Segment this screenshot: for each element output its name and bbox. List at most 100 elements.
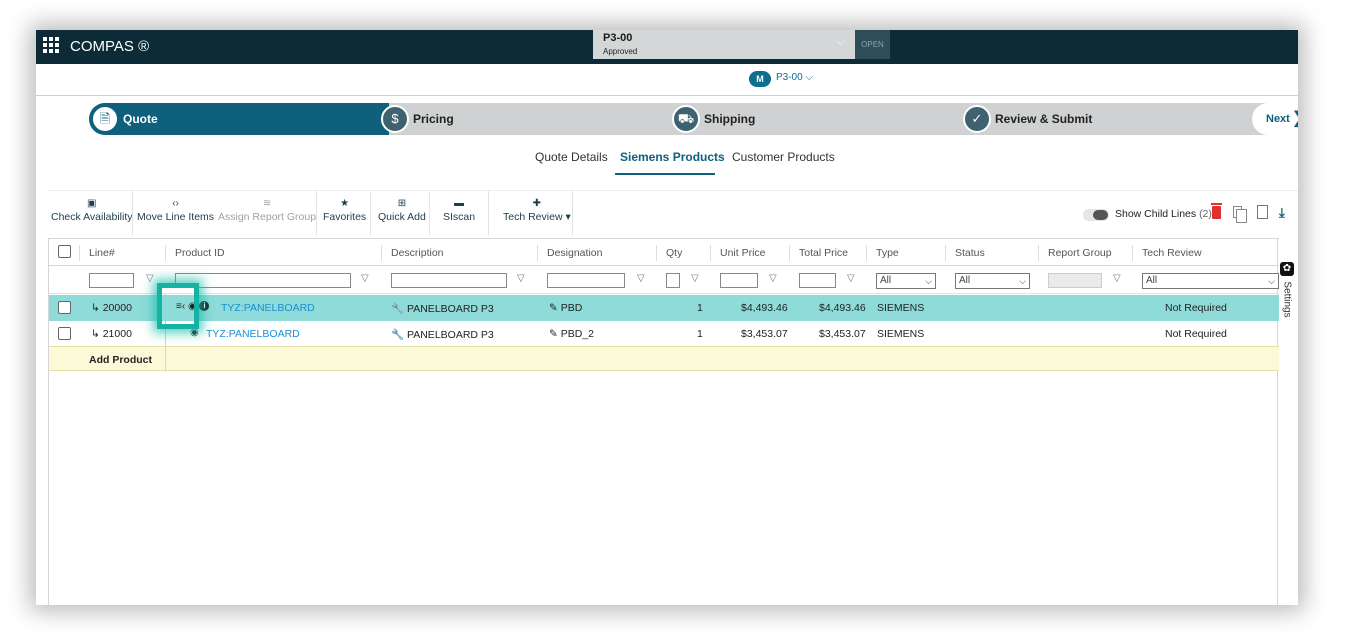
type: SIEMENS <box>877 328 925 340</box>
type-filter-value: All <box>880 275 892 286</box>
unit-price-filter-input[interactable] <box>720 273 758 288</box>
chevron-right-icon[interactable]: ❯ <box>1292 108 1298 128</box>
description-text: PANELBOARD P3 <box>407 329 494 341</box>
designation[interactable]: ✎ PBD_2 <box>549 328 594 340</box>
tech-review-filter-value: All <box>1146 275 1158 286</box>
step-label: Quote <box>123 112 158 126</box>
line-number: ↳ 20000 <box>91 302 132 314</box>
favorites-label: Favorites <box>323 211 367 223</box>
show-child-lines-toggle[interactable] <box>1083 209 1109 221</box>
status-filter-select[interactable]: All ⌵ <box>955 273 1030 289</box>
column-header-status[interactable]: Status <box>955 247 985 259</box>
gear-icon[interactable]: ✿ <box>1280 262 1294 276</box>
wrench-icon: 🔧 <box>391 329 405 341</box>
product-id-link[interactable]: TYZ:PANELBOARD <box>206 328 300 340</box>
step-label: Shipping <box>704 112 756 126</box>
copy-icon[interactable] <box>1233 206 1247 223</box>
tab-siemens-products[interactable]: Siemens Products <box>620 150 725 164</box>
app-window: COMPAS ® P3-00 Approved ⌵ OPEN M P3-00 ⌵… <box>36 30 1298 605</box>
column-header-designation[interactable]: Designation <box>547 247 602 259</box>
add-product-row[interactable]: Add Product <box>49 346 1279 372</box>
row-checkbox[interactable] <box>58 327 71 340</box>
filter-icon[interactable]: ▽ <box>517 273 525 284</box>
filter-icon[interactable]: ▽ <box>146 273 154 284</box>
column-header-line[interactable]: Line# <box>89 247 115 259</box>
filter-icon[interactable]: ▽ <box>691 273 699 284</box>
column-header-type[interactable]: Type <box>876 247 899 259</box>
status-filter-value: All <box>959 275 971 286</box>
document-selector[interactable]: P3-00 Approved ⌵ <box>593 30 855 59</box>
add-product-label[interactable]: Add Product <box>89 354 152 366</box>
column-header-tech-review[interactable]: Tech Review <box>1142 247 1202 259</box>
product-id-link[interactable]: TYZ:PANELBOARD <box>221 302 315 314</box>
wrench-icon: 🔧 <box>391 303 405 315</box>
tech-review-status: Not Required <box>1165 328 1227 340</box>
trash-icon[interactable] <box>1211 203 1222 219</box>
table-row[interactable]: ↳ 20000 ≡‹ ◉ i TYZ:PANELBOARD 🔧 PANELBOA… <box>49 295 1279 321</box>
tech-review-filter-select[interactable]: All ⌵ <box>1142 273 1279 289</box>
total-price: $4,493.46 <box>819 302 866 314</box>
highlight-callout <box>157 283 199 329</box>
line-filter-input[interactable] <box>89 273 134 288</box>
clipboard-icon[interactable] <box>1257 205 1268 219</box>
column-header-unit-price[interactable]: Unit Price <box>720 247 766 259</box>
filter-icon[interactable]: ▽ <box>769 273 777 284</box>
app-title: COMPAS ® <box>70 38 150 55</box>
unit-price: $4,493.46 <box>741 302 788 314</box>
tab-customer-products[interactable]: Customer Products <box>732 150 835 164</box>
check-availability-label: Check Availability <box>51 211 133 223</box>
active-tab-indicator <box>615 173 715 175</box>
type-filter-select[interactable]: All ⌵ <box>876 273 936 289</box>
description-filter-input[interactable] <box>391 273 507 288</box>
truck-icon: ⛟ <box>672 105 700 133</box>
quick-add-label: Quick Add <box>378 211 426 223</box>
assign-report-group-button[interactable]: ≋ Assign Report Group <box>218 197 316 237</box>
quick-add-button[interactable]: ⊞ Quick Add <box>378 197 426 237</box>
total-price-filter-input[interactable] <box>799 273 836 288</box>
qty-filter-input[interactable] <box>666 273 680 288</box>
siscan-button[interactable]: ▬ SIscan <box>443 197 475 237</box>
tech-review-dropdown[interactable]: ✚ Tech Review ▾ <box>503 197 571 237</box>
row-checkbox[interactable] <box>58 301 71 314</box>
table-row[interactable]: ↳ 21000 ◉ TYZ:PANELBOARD 🔧 PANELBOARD P3… <box>49 321 1279 347</box>
avatar[interactable]: M <box>749 71 771 87</box>
designation-filter-input[interactable] <box>547 273 625 288</box>
document-context-bar: M P3-00 ⌵ <box>36 64 1298 96</box>
top-bar: COMPAS ® P3-00 Approved ⌵ OPEN <box>36 30 1298 64</box>
next-button[interactable]: Next <box>1266 113 1290 125</box>
open-badge: OPEN <box>855 30 890 59</box>
favorites-button[interactable]: ★ Favorites <box>323 197 366 237</box>
assign-report-group-label: Assign Report Group <box>218 211 317 223</box>
app-launcher-icon[interactable] <box>43 37 59 53</box>
product-id-filter-input[interactable] <box>175 273 351 288</box>
chevron-down-icon: ⌵ <box>836 36 845 48</box>
column-header-report-group[interactable]: Report Group <box>1048 247 1112 259</box>
check-availability-button[interactable]: ▣ Check Availability <box>51 197 133 237</box>
context-document-dropdown[interactable]: P3-00 ⌵ <box>776 72 813 83</box>
filter-icon[interactable]: ▽ <box>361 273 369 284</box>
siscan-label: SIscan <box>443 211 476 223</box>
tech-review-status: Not Required <box>1165 302 1227 314</box>
document-name: P3-00 <box>603 32 633 44</box>
layers-icon: ≋ <box>262 198 272 209</box>
download-icon[interactable]: ⤓ <box>1279 205 1285 221</box>
column-header-description[interactable]: Description <box>391 247 444 259</box>
description-text: PANELBOARD P3 <box>407 303 494 315</box>
total-price: $3,453.07 <box>819 328 866 340</box>
column-header-total-price[interactable]: Total Price <box>799 247 848 259</box>
column-header-qty[interactable]: Qty <box>666 247 682 259</box>
select-all-checkbox[interactable] <box>58 245 71 258</box>
tab-quote-details[interactable]: Quote Details <box>535 150 608 164</box>
document-status: Approved <box>603 47 638 56</box>
move-line-items-button[interactable]: ‹› Move Line Items <box>137 197 214 237</box>
unit-price: $3,453.07 <box>741 328 788 340</box>
filter-icon[interactable]: ▽ <box>1113 273 1121 284</box>
designation[interactable]: ✎ PBD <box>549 302 582 314</box>
toolbar: ▣ Check Availability ‹› Move Line Items … <box>48 190 1298 238</box>
show-child-lines-label: Show Child Lines (2) <box>1115 208 1212 220</box>
filter-icon[interactable]: ▽ <box>637 273 645 284</box>
filter-icon[interactable]: ▽ <box>847 273 855 284</box>
info-icon[interactable]: i <box>199 301 210 312</box>
settings-side-tab[interactable]: ✿ Settings <box>1278 262 1298 322</box>
column-header-product-id[interactable]: Product ID <box>175 247 225 259</box>
